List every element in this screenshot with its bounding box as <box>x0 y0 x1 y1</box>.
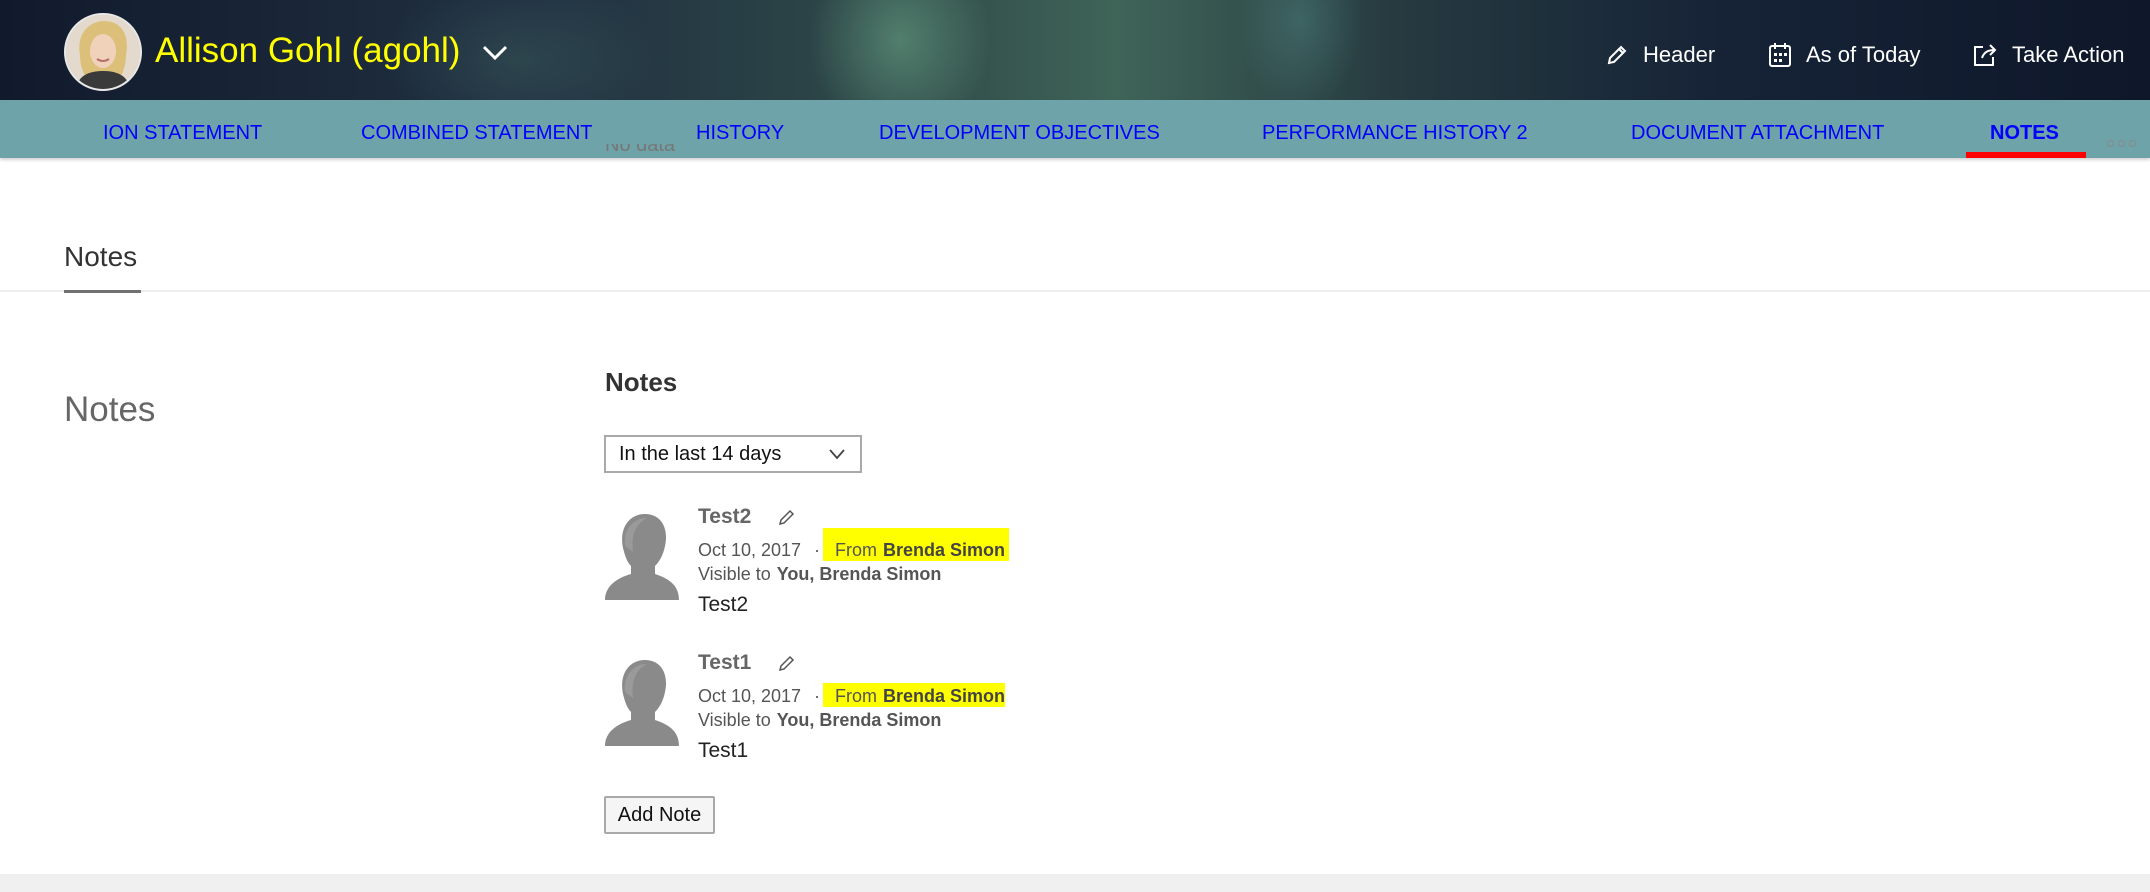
note-author[interactable]: Brenda Simon <box>883 540 1005 560</box>
chevron-down-icon <box>829 449 845 460</box>
take-action-label: Take Action <box>2012 42 2125 67</box>
note-visible-to: You, Brenda Simon <box>776 710 942 730</box>
add-note-button[interactable]: Add Note <box>604 796 715 834</box>
user-name[interactable]: Allison Gohl (agohl) <box>155 29 460 73</box>
person-silhouette-icon <box>605 650 679 746</box>
tab-document-attachment[interactable]: DOCUMENT ATTACHMENT <box>1631 121 1884 145</box>
note-date: Oct 10, 2017 <box>698 540 802 560</box>
note-body: Test2 <box>698 593 749 616</box>
as-of-today-button[interactable]: As of Today <box>1768 40 1921 70</box>
note-separator: · <box>814 686 820 706</box>
note-visible-to: You, Brenda Simon <box>776 564 942 584</box>
header-button[interactable]: Header <box>1605 40 1715 70</box>
note-item: Test2 Oct 10, 2017 · From Brenda Simon Vi… <box>605 504 1205 624</box>
note-title: Test1 <box>698 651 752 674</box>
more-tabs-icon[interactable] <box>2107 140 2136 147</box>
pencil-icon <box>1607 45 1627 65</box>
tab-history[interactable]: HISTORY <box>696 121 784 145</box>
tab-ion-statement[interactable]: ION STATEMENT <box>103 121 262 145</box>
note-author[interactable]: Brenda Simon <box>883 686 1005 706</box>
no-data-text: No data <box>605 144 676 156</box>
section-tab-underline <box>64 290 141 293</box>
chevron-down-icon[interactable] <box>480 40 510 64</box>
note-title: Test2 <box>698 505 752 528</box>
user-avatar[interactable] <box>64 13 142 91</box>
note-body: Test1 <box>698 739 749 762</box>
note-from-highlight: From Brenda Simon <box>823 528 1009 561</box>
footer-bar <box>0 874 2150 892</box>
note-separator: · <box>814 540 820 560</box>
take-action-button[interactable]: Take Action <box>1972 40 2125 70</box>
external-link-icon <box>1974 44 1997 66</box>
tab-development-objectives[interactable]: DEVELOPMENT OBJECTIVES <box>879 121 1160 145</box>
section-divider <box>0 290 2150 292</box>
pencil-icon[interactable] <box>777 653 797 673</box>
active-tab-indicator <box>1966 152 2086 158</box>
note-from-highlight: From Brenda Simon <box>823 683 1005 707</box>
note-from-label: From <box>835 540 877 560</box>
panel-title: Notes <box>605 367 678 397</box>
date-filter-select[interactable]: In the last 14 days <box>604 435 862 473</box>
tab-bar: ION STATEMENT COMBINED STATEMENT HISTORY… <box>0 100 2150 158</box>
section-tab-notes[interactable]: Notes <box>64 240 137 274</box>
calendar-icon <box>1769 43 1791 67</box>
note-visible-label: Visible to <box>698 564 771 584</box>
note-visibility: Visible to You, Brenda Simon <box>698 563 941 585</box>
note-date: Oct 10, 2017 <box>698 686 802 706</box>
note-from-label: From <box>835 686 877 706</box>
note-visible-label: Visible to <box>698 710 771 730</box>
person-silhouette-icon <box>605 504 679 600</box>
tab-notes[interactable]: NOTES <box>1990 121 2059 145</box>
date-filter-value: In the last 14 days <box>619 442 782 465</box>
tab-combined-statement[interactable]: COMBINED STATEMENT <box>361 121 592 145</box>
pencil-icon[interactable] <box>777 507 797 527</box>
profile-header: Allison Gohl (agohl) Header As of Today <box>0 0 2150 100</box>
note-visibility: Visible to You, Brenda Simon <box>698 709 941 731</box>
side-title: Notes <box>64 390 156 429</box>
header-button-label: Header <box>1643 42 1716 67</box>
tab-performance-history-2[interactable]: PERFORMANCE HISTORY 2 <box>1262 121 1528 145</box>
as-of-today-label: As of Today <box>1806 42 1921 67</box>
note-item: Test1 Oct 10, 2017 · From Brenda Simon Vi… <box>605 650 1205 770</box>
